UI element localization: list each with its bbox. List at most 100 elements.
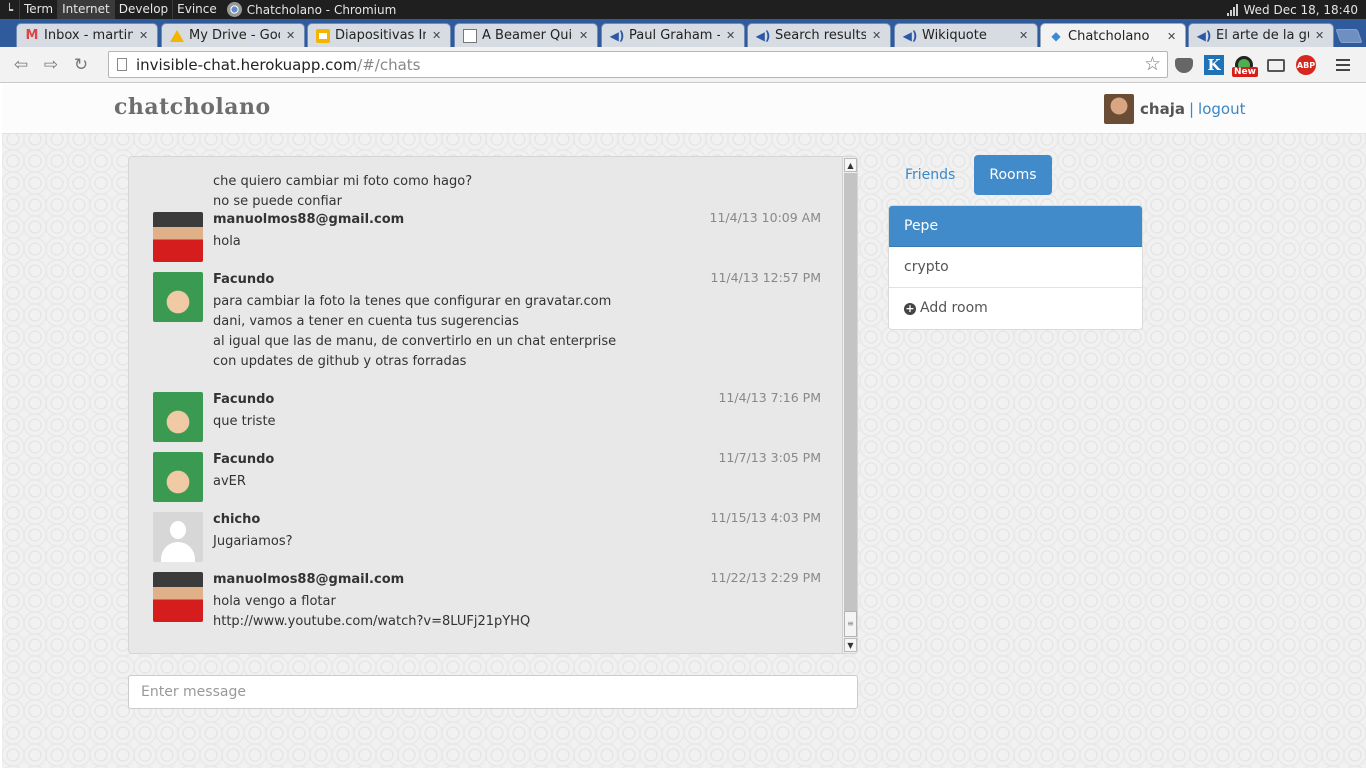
message-input[interactable]: [128, 675, 858, 709]
avatar: [153, 572, 203, 622]
close-icon[interactable]: ✕: [1315, 29, 1327, 42]
scroll-track[interactable]: [844, 173, 857, 637]
new-tab-button[interactable]: [1335, 29, 1363, 43]
os-menu-internet[interactable]: Internet: [57, 0, 114, 19]
scroll-thumb[interactable]: [844, 611, 857, 637]
message-link[interactable]: http://www.youtube.com/watch?v=8LUFj21pY…: [213, 612, 530, 632]
room-item-pepe[interactable]: Pepe: [889, 206, 1142, 247]
arrow-up-icon: ▲: [847, 160, 854, 170]
message-text: al igual que las de manu, de convertirlo…: [213, 334, 617, 349]
tab-friends[interactable]: Friends: [890, 155, 970, 195]
message-lines: que triste: [213, 412, 276, 432]
url-path: /#/chats: [357, 55, 421, 74]
message-author: Facundo: [213, 452, 275, 467]
close-icon[interactable]: ✕: [579, 29, 591, 42]
tab-label: Diapositivas Inv: [335, 28, 426, 43]
message-list[interactable]: che quiero cambiar mi foto como hago? no…: [129, 157, 841, 653]
tab-strip: M Inbox - martin.c ✕ My Drive - Goog ✕ D…: [0, 19, 1366, 48]
window-title: Chatcholano - Chromium: [221, 2, 397, 17]
tab-el-arte[interactable]: ◀) El arte de la gu ✕: [1188, 23, 1334, 47]
reload-button[interactable]: ↻: [66, 50, 96, 80]
window-title-text: Chatcholano - Chromium: [246, 2, 397, 17]
message-text: que triste: [213, 414, 276, 429]
bookmark-star-icon[interactable]: ☆: [1144, 53, 1161, 75]
new-extension-icon[interactable]: New: [1232, 55, 1258, 77]
add-room-label: Add room: [920, 300, 988, 316]
user-box: chaja | logout: [1104, 94, 1245, 124]
close-icon[interactable]: ✕: [432, 29, 444, 42]
pocket-extension-icon[interactable]: [1174, 55, 1194, 75]
message-timestamp: 11/15/13 4:03 PM: [710, 510, 821, 525]
close-icon[interactable]: ✕: [1019, 29, 1031, 42]
tab-beamer[interactable]: A Beamer Quicl ✕: [454, 23, 598, 47]
avatar: [153, 392, 203, 442]
os-menu-evince[interactable]: Evince: [172, 0, 221, 19]
avatar: [153, 272, 203, 322]
close-icon[interactable]: ✕: [726, 29, 738, 42]
app-viewport: chatcholano chaja | logout che quiero ca…: [2, 84, 1366, 768]
tab-label: Wikiquote: [922, 28, 987, 43]
chat-scrollbar[interactable]: ▲ ▼: [842, 157, 857, 653]
new-badge: New: [1232, 67, 1258, 77]
logout-link[interactable]: logout: [1198, 100, 1245, 118]
message-text: con updates de github y otras forradas: [213, 354, 467, 369]
room-list: Pepe crypto + Add room: [888, 205, 1143, 330]
message-lines: para cambiar la foto la tenes que config…: [213, 292, 616, 372]
message-text: avER: [213, 474, 246, 489]
document-icon: [463, 28, 477, 43]
add-room-button[interactable]: + Add room: [889, 288, 1142, 329]
tab-wikiquote[interactable]: ◀) Wikiquote ✕: [894, 23, 1038, 47]
clock[interactable]: Wed Dec 18, 18:40: [1244, 3, 1359, 17]
close-icon[interactable]: ✕: [872, 29, 884, 42]
brand-logo[interactable]: chatcholano: [114, 94, 271, 120]
arrow-down-icon: ▼: [847, 640, 854, 650]
message-text: dani, vamos a tener en cuenta tus sugere…: [213, 314, 519, 329]
browser-menu-button[interactable]: [1333, 55, 1353, 75]
back-button[interactable]: ⇦: [6, 50, 36, 80]
tab-label: Chatcholano: [1068, 28, 1150, 44]
close-icon[interactable]: ✕: [286, 29, 298, 42]
tab-my-drive[interactable]: My Drive - Goog ✕: [161, 23, 305, 47]
address-bar[interactable]: invisible-chat.herokuapp.com/#/chats ☆: [108, 51, 1168, 78]
message-text: no se puede confiar: [213, 194, 342, 209]
message-author: Facundo: [213, 392, 275, 407]
user-separator: |: [1188, 100, 1195, 118]
tab-label: A Beamer Quicl: [482, 28, 573, 43]
adblock-icon[interactable]: ABP: [1296, 55, 1316, 75]
message-lines: Jugariamos?: [213, 532, 293, 552]
message-timestamp: 11/7/13 3:05 PM: [718, 450, 821, 465]
audio-icon: ◀): [1196, 28, 1212, 43]
message-author: Facundo: [213, 272, 275, 287]
audio-icon: ◀): [609, 28, 625, 43]
scroll-down-button[interactable]: ▼: [844, 638, 857, 652]
gmail-icon: M: [25, 28, 39, 43]
forward-button[interactable]: ⇨: [36, 50, 66, 80]
message-lines: che quiero cambiar mi foto como hago? no…: [213, 172, 472, 212]
close-icon[interactable]: ✕: [1167, 30, 1179, 43]
chromium-icon: [226, 2, 242, 17]
os-top-bar: ┕ Term Internet Develop Evince Chatchola…: [0, 0, 1366, 19]
message-timestamp: 11/4/13 7:16 PM: [718, 390, 821, 405]
scroll-up-button[interactable]: ▲: [844, 158, 857, 172]
message-text: hola: [213, 234, 241, 249]
signal-icon: [1226, 3, 1238, 16]
tab-search-results[interactable]: ◀) Search results ✕: [747, 23, 891, 47]
tab-diapositivas[interactable]: Diapositivas Inv ✕: [307, 23, 451, 47]
avatar: [153, 512, 203, 562]
k-extension-icon[interactable]: K: [1204, 55, 1224, 75]
message-author: manuolmos88@gmail.com: [213, 212, 405, 227]
workspace-icon[interactable]: ┕: [0, 0, 19, 19]
room-item-crypto[interactable]: crypto: [889, 247, 1142, 288]
message-text: Jugariamos?: [213, 534, 293, 549]
cast-icon[interactable]: [1266, 55, 1286, 75]
close-icon[interactable]: ✕: [139, 29, 151, 42]
tab-paul-graham[interactable]: ◀) Paul Graham - ' ✕: [601, 23, 745, 47]
tab-rooms[interactable]: Rooms: [974, 155, 1052, 195]
os-menu-term[interactable]: Term: [19, 0, 57, 19]
page-icon: [117, 58, 127, 71]
message-lines: avER: [213, 472, 246, 492]
os-menu-develop[interactable]: Develop: [113, 0, 172, 19]
tab-inbox[interactable]: M Inbox - martin.c ✕: [16, 23, 158, 47]
tab-chatcholano[interactable]: ◆ Chatcholano ✕: [1040, 23, 1186, 48]
user-name: chaja: [1140, 100, 1185, 118]
